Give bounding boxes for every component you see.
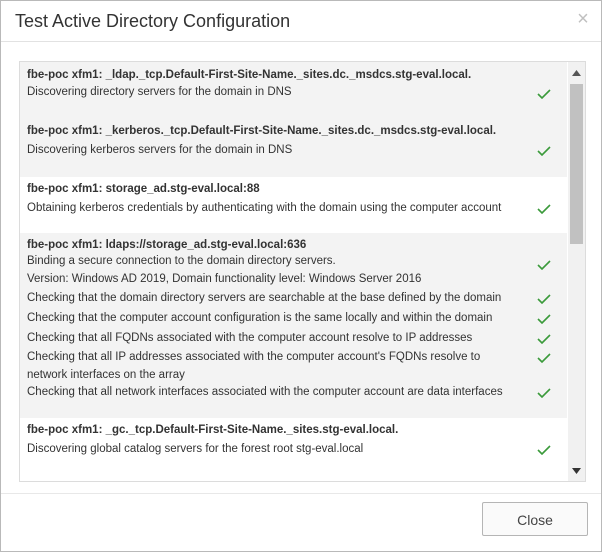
- checkmark-icon: [537, 353, 551, 363]
- entry-host: fbe-poc xfm1: storage_ad.stg-eval.local:…: [27, 183, 260, 195]
- checkmark-icon: [537, 204, 551, 214]
- checkmark-icon: [537, 445, 551, 455]
- entry-host: fbe-poc xfm1: ldaps://storage_ad.stg-eva…: [27, 239, 307, 251]
- entry-host: fbe-poc xfm1: _kerberos._tcp.Default-Fir…: [27, 125, 497, 137]
- log-entry: fbe-poc xfm1: storage_ad.stg-eval.local:…: [20, 177, 567, 233]
- entry-message: Discovering kerberos servers for the dom…: [27, 144, 293, 156]
- entry-message: Discovering global catalog servers for t…: [27, 443, 364, 455]
- footer-divider: [1, 493, 601, 494]
- entry-message: Obtaining kerberos credentials by authen…: [27, 202, 502, 214]
- checkmark-icon: [537, 294, 551, 304]
- checkmark-icon: [537, 260, 551, 270]
- log-entry: fbe-poc xfm1: ldaps://storage_ad.stg-eva…: [20, 233, 567, 418]
- log-entry: fbe-poc xfm1: _ldap._tcp.Default-First-S…: [20, 62, 567, 119]
- results-log[interactable]: fbe-poc xfm1: _ldap._tcp.Default-First-S…: [19, 61, 586, 482]
- entry-message: Discovering directory servers for the do…: [27, 86, 292, 98]
- log-entry: fbe-poc xfm1: _gc._tcp.Default-First-Sit…: [20, 418, 567, 478]
- checkmark-icon: [537, 314, 551, 324]
- close-icon[interactable]: ×: [575, 9, 591, 29]
- scroll-down-arrow-icon[interactable]: [568, 465, 585, 477]
- scrollbar-thumb[interactable]: [570, 84, 583, 244]
- entry-message: Checking that all FQDNs associated with …: [27, 332, 473, 344]
- test-ad-config-dialog: Test Active Directory Configuration × fb…: [0, 0, 602, 552]
- log-entry: fbe-poc xfm1: _kerberos._tcp.Default-Fir…: [20, 119, 567, 177]
- entry-message: Binding a secure connection to the domai…: [27, 255, 336, 267]
- close-button[interactable]: Close: [482, 502, 588, 536]
- dialog-title: Test Active Directory Configuration: [15, 11, 291, 31]
- checkmark-icon: [537, 334, 551, 344]
- checkmark-icon: [537, 388, 551, 398]
- scroll-up-arrow-icon[interactable]: [568, 67, 585, 79]
- entry-message: Version: Windows AD 2019, Domain functio…: [27, 273, 422, 285]
- vertical-scrollbar[interactable]: [568, 62, 585, 481]
- entry-host: fbe-poc xfm1: _gc._tcp.Default-First-Sit…: [27, 424, 399, 436]
- checkmark-icon: [537, 89, 551, 99]
- checkmark-icon: [537, 146, 551, 156]
- entry-message: Checking that all network interfaces ass…: [27, 386, 503, 398]
- header-divider: [1, 41, 601, 42]
- entry-host: fbe-poc xfm1: _ldap._tcp.Default-First-S…: [27, 69, 472, 81]
- entry-message: Checking that the domain directory serve…: [27, 292, 502, 304]
- entry-message: Checking that the computer account confi…: [27, 312, 493, 324]
- entry-message: Checking that all IP addresses associate…: [27, 351, 481, 381]
